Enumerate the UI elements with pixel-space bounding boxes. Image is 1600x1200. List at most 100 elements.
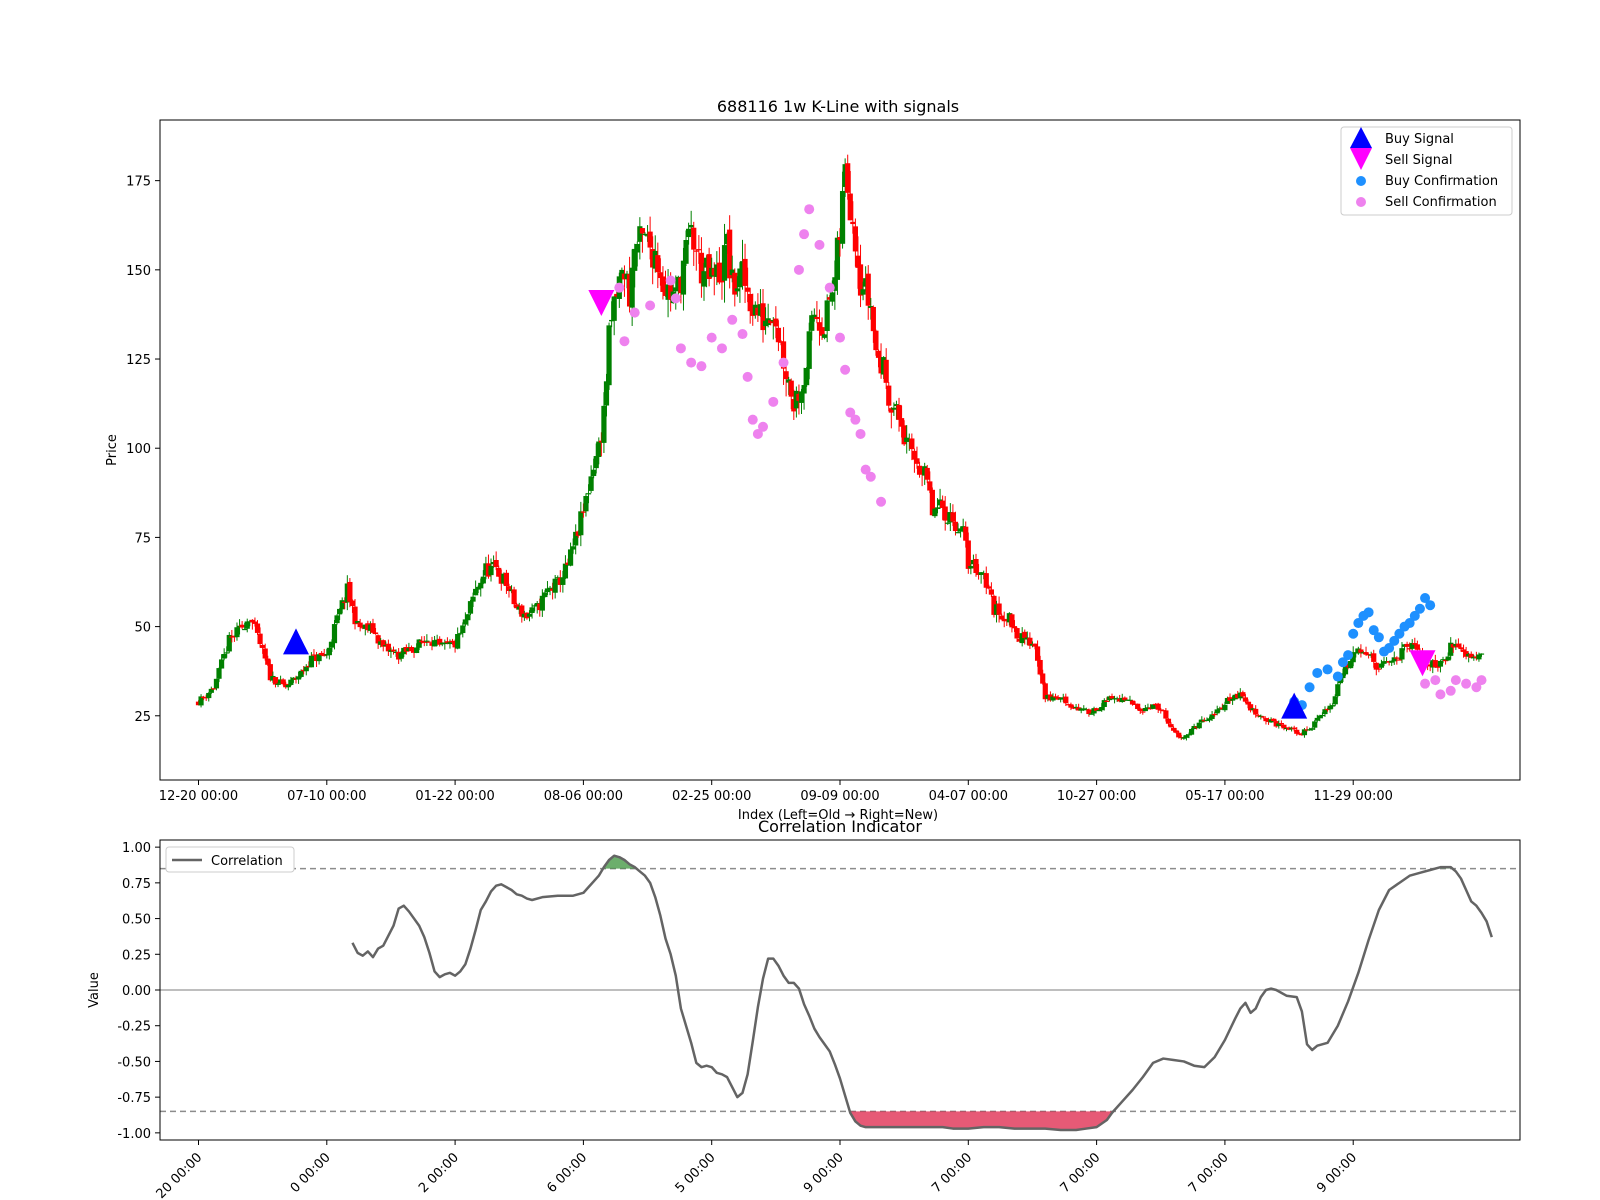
buy-confirmation-dot <box>1332 671 1343 682</box>
candle-up <box>285 684 291 688</box>
candle-down <box>639 228 646 234</box>
y-tick-label: 0.25 <box>122 948 151 963</box>
candle-down <box>1396 659 1402 661</box>
sell-confirmation-dot <box>619 336 630 347</box>
y-tick-label: 0.75 <box>122 877 151 892</box>
correlation-legend-label: Correlation <box>211 854 283 869</box>
candle-down <box>1263 718 1269 722</box>
x-tick-label: 05-17 00:00 <box>1185 789 1264 804</box>
candle-down <box>1176 732 1182 738</box>
sell-confirmation-dot <box>768 396 779 407</box>
candle-up <box>934 507 941 509</box>
legend-sell-confirmation-label: Sell Confirmation <box>1385 195 1497 210</box>
sell-confirmation-dot <box>629 307 640 318</box>
candle-up <box>683 239 689 264</box>
candle-down <box>1394 657 1400 659</box>
sell-confirmation-dot <box>835 332 845 343</box>
candle-up <box>460 625 466 634</box>
candle-up <box>801 385 807 394</box>
correlation-legend: Correlation <box>165 846 295 873</box>
candle-down <box>870 306 876 332</box>
candle-down <box>1086 709 1092 715</box>
candle-down <box>421 641 427 643</box>
candle-up <box>806 331 812 369</box>
candle-down <box>996 603 1002 615</box>
candle-down <box>349 600 356 606</box>
candle-up <box>1319 714 1326 717</box>
candle-up <box>465 614 471 621</box>
candle-down <box>647 231 653 248</box>
candle-up <box>721 245 728 281</box>
sell-confirmation-dot <box>742 371 753 382</box>
candle-up <box>904 437 910 442</box>
candle-up <box>1312 721 1318 728</box>
candle-down <box>814 316 820 320</box>
buy-confirmation-dot <box>1322 664 1333 675</box>
candle-up <box>526 613 533 617</box>
candle-down <box>262 648 268 659</box>
candle-up <box>588 476 594 491</box>
candle-down <box>1032 643 1038 647</box>
candle-down <box>873 330 879 351</box>
sell-confirmation-dot <box>747 414 758 425</box>
x-tick-label: 10-27 00:00 <box>1057 789 1136 804</box>
candle-up <box>337 608 343 615</box>
sell-confirmation-dot <box>850 414 861 425</box>
candle-up <box>601 405 607 443</box>
candle-down <box>390 649 397 652</box>
candle-up <box>634 244 640 253</box>
candle-down <box>773 318 779 327</box>
candle-up <box>1309 728 1315 730</box>
candle-down <box>254 623 261 633</box>
y-tick-label: -1.00 <box>117 1127 151 1142</box>
candle-up <box>611 296 617 321</box>
candle-down <box>211 688 217 690</box>
kline-legend: Buy Signal Sell Signal Buy Confirmation … <box>1340 126 1513 216</box>
candle-up <box>839 191 846 244</box>
candle-down <box>1034 646 1041 661</box>
candle-down <box>942 506 948 521</box>
candle-up <box>213 678 220 689</box>
candle-up <box>221 653 227 659</box>
sell-confirmation-dot <box>855 428 866 439</box>
candle-down <box>865 273 871 306</box>
candle-up <box>1214 709 1220 714</box>
x-tick-label: 01-22 00:00 <box>415 789 494 804</box>
candle-down <box>580 511 586 513</box>
legend-buy-confirmation-marker <box>1356 176 1366 186</box>
candle-down <box>272 677 279 685</box>
buy-confirmation-dot <box>1373 632 1384 643</box>
candle-up <box>431 640 438 647</box>
candle-down <box>1404 643 1410 647</box>
candle-down <box>1104 700 1110 702</box>
candle-up <box>224 652 230 654</box>
candle-down <box>1135 703 1141 710</box>
candle-up <box>570 546 576 550</box>
candle-up <box>822 334 828 338</box>
candle-down <box>1458 647 1464 650</box>
candle-down <box>963 526 969 541</box>
candle-up <box>642 233 648 236</box>
candle-up <box>591 469 597 477</box>
sell-confirmation-dot <box>716 343 727 354</box>
sell-confirmation-dot <box>1430 675 1441 686</box>
candle-down <box>693 250 699 252</box>
candle-down <box>1376 668 1382 670</box>
candle-up <box>234 627 240 638</box>
candle-down <box>1068 704 1074 708</box>
x-tick-label: 08-06 00:00 <box>544 789 623 804</box>
candle-down <box>1294 729 1300 734</box>
candle-down <box>850 221 856 225</box>
x-tick-label: 07-10 00:00 <box>287 789 366 804</box>
candle-down <box>1163 710 1169 719</box>
sell-confirmation-dot <box>675 343 686 354</box>
candle-down <box>1109 696 1115 699</box>
candle-down <box>372 632 379 635</box>
sell-confirmation-dot <box>645 300 656 311</box>
candle-down <box>503 572 510 587</box>
candle-down <box>986 586 992 589</box>
candle-down <box>924 467 930 480</box>
candle-up <box>734 288 740 292</box>
candle-down <box>852 226 858 252</box>
sell-confirmation-dot <box>1450 675 1461 686</box>
